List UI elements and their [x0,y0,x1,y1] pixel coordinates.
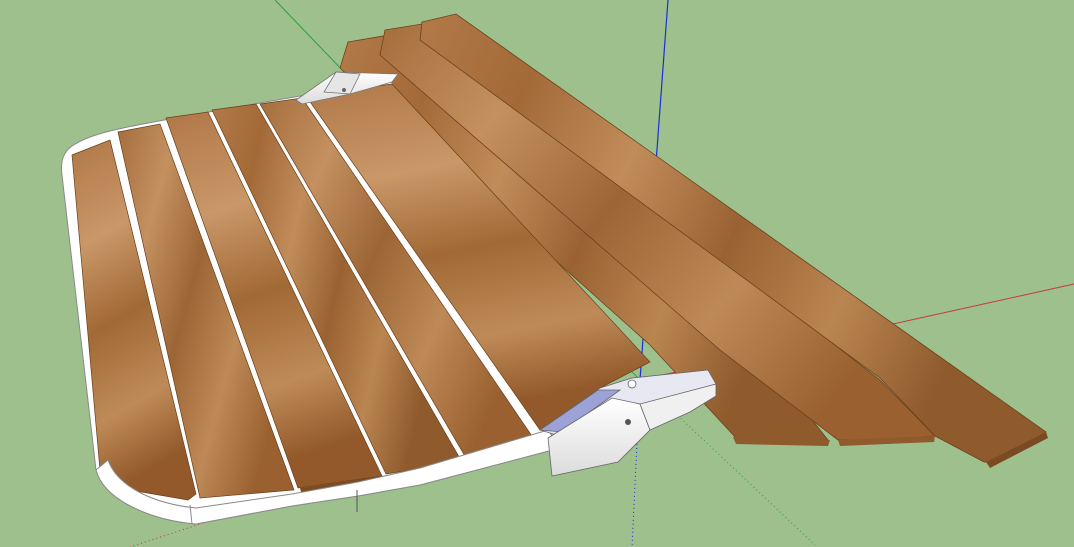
back-bracket-bolt-icon [342,88,346,92]
front-bracket-bolt-icon [625,419,631,425]
modeling-viewport[interactable] [0,0,1074,547]
front-bracket-pivot-icon [627,379,637,389]
